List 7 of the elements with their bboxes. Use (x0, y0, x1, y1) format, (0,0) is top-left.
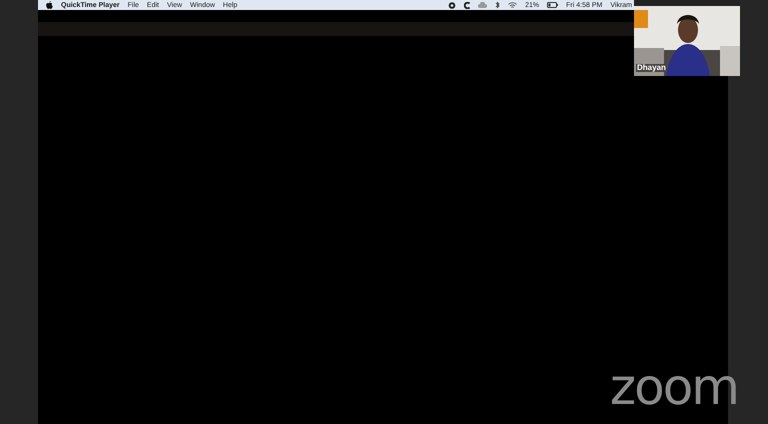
c-icon[interactable] (464, 2, 470, 8)
apple-icon[interactable] (46, 1, 53, 9)
wifi-icon[interactable] (508, 2, 518, 8)
battery-icon[interactable] (547, 2, 558, 8)
bluetooth-icon[interactable] (495, 1, 500, 9)
zoom-logo: zoom (610, 362, 738, 412)
participant-name: Dhayan (636, 64, 667, 72)
